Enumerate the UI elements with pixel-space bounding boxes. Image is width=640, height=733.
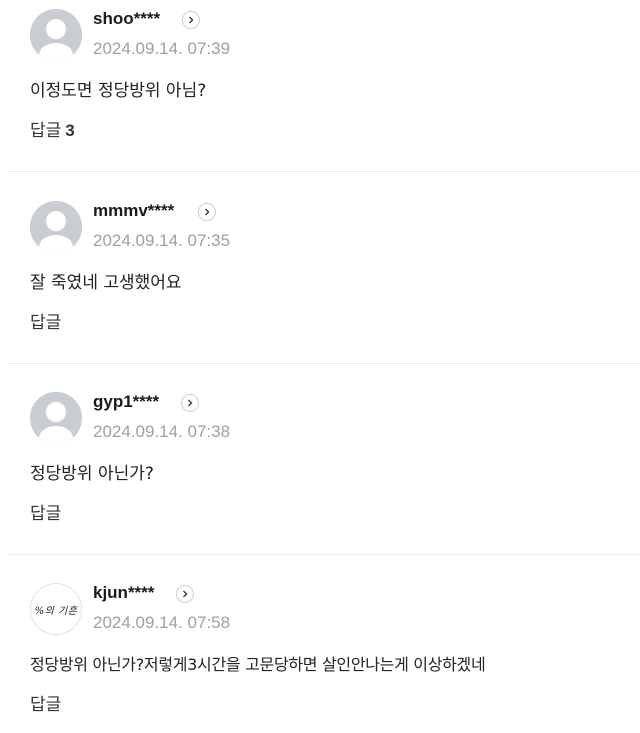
reply-label: 답글: [30, 695, 62, 715]
avatar-logo-text: %의 기흔: [34, 606, 78, 617]
divider: [8, 554, 640, 555]
comment-text: 정당방위 아닌가?저렇게3시간을 고문당하면 살인안나는게 이상하겠네: [30, 655, 486, 674]
comment-text: 정당방위 아닌가?: [30, 464, 154, 484]
reply-button[interactable]: 답글: [30, 693, 61, 717]
more-button[interactable]: [198, 203, 216, 221]
comment-item: mmmv**** 2024.09.14. 07:35 잘 죽였네 고생했어요 답…: [0, 192, 640, 383]
avatar[interactable]: [30, 201, 82, 253]
avatar[interactable]: [30, 392, 82, 444]
chevron-right-icon: [189, 16, 194, 24]
chevron-right-icon: [188, 399, 193, 407]
more-button[interactable]: [176, 585, 194, 603]
avatar[interactable]: [30, 9, 82, 61]
comment-date: 2024.09.14. 07:38: [93, 422, 231, 441]
comment-date: 2024.09.14. 07:35: [93, 231, 231, 250]
comment-date: 2024.09.14. 07:58: [93, 613, 231, 632]
more-button[interactable]: [182, 11, 200, 29]
comment-item: gyp1**** 2024.09.14. 07:38 정당방위 아닌가? 답글: [0, 383, 640, 574]
comment-nickname[interactable]: gyp1****: [93, 391, 159, 413]
avatar[interactable]: %의 기흔: [30, 583, 82, 635]
reply-label: 답글: [30, 313, 62, 333]
more-button[interactable]: [181, 394, 199, 412]
comment-text: 이정도면 정당방위 아님?: [30, 81, 207, 101]
comment-nickname[interactable]: mmmv****: [93, 200, 174, 222]
comment-date: 2024.09.14. 07:39: [93, 39, 231, 58]
divider: [8, 171, 640, 172]
reply-button[interactable]: 답글 3: [30, 119, 75, 143]
comment-nickname[interactable]: shoo****: [93, 8, 160, 30]
divider: [8, 363, 640, 364]
reply-button[interactable]: 답글: [30, 502, 61, 526]
user-silhouette-icon: [30, 9, 82, 61]
comment-item: shoo**** 2024.09.14. 07:39 이정도면 정당방위 아님?…: [0, 0, 640, 191]
user-silhouette-icon: [30, 392, 82, 444]
reply-count: 3: [65, 121, 75, 140]
comment-text: 잘 죽였네 고생했어요: [30, 273, 182, 293]
chevron-right-icon: [205, 208, 210, 216]
comment-nickname[interactable]: kjun****: [93, 582, 154, 604]
chevron-right-icon: [183, 590, 188, 598]
reply-label: 답글: [30, 504, 62, 524]
reply-label: 답글: [30, 121, 62, 141]
reply-button[interactable]: 답글: [30, 311, 61, 335]
comment-item: %의 기흔 kjun**** 2024.09.14. 07:58 정당방위 아닌…: [0, 574, 640, 733]
user-silhouette-icon: [30, 201, 82, 253]
